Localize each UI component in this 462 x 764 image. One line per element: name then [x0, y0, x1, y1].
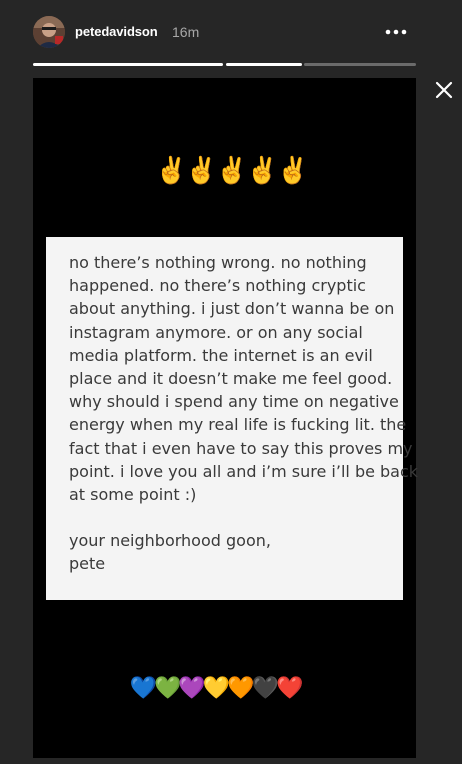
peace-sign-emojis: ✌️✌️✌️✌️✌️	[155, 155, 309, 185]
story-username[interactable]: petedavidson	[75, 24, 158, 40]
story-time-ago: 16m	[172, 24, 200, 40]
note-line: place and it doesn’t make me feel good.	[69, 369, 393, 389]
story-header: petedavidson 16m	[0, 0, 462, 64]
note-signoff-line: pete	[69, 554, 106, 574]
progress-segment	[304, 63, 416, 66]
progress-segment	[226, 63, 302, 66]
more-dots-icon	[385, 29, 407, 35]
note-line: point. i love you all and i’m sure i’ll …	[69, 461, 419, 481]
close-icon	[435, 81, 453, 99]
note-line: instagram anymore. or on any social	[69, 322, 363, 342]
progress-segment	[33, 63, 223, 66]
note-line: fact that i even have to say this proves…	[69, 438, 413, 458]
note-line: media platform. the internet is an evil	[69, 345, 373, 365]
note-line: about anything. i just don’t wanna be on	[69, 299, 395, 319]
note-paragraph-gap	[69, 506, 385, 529]
story-progress-bar	[33, 63, 416, 66]
note-line: energy when my real life is fucking lit.…	[69, 415, 407, 435]
note-text: no there’s nothing wrong. no nothing happ…	[69, 251, 419, 576]
more-options-button[interactable]	[382, 22, 410, 42]
note-line: why should i spend any time on negative	[69, 392, 399, 412]
notes-screenshot: no there’s nothing wrong. no nothing happ…	[46, 237, 419, 600]
note-line: at some point :)	[69, 485, 197, 505]
avatar[interactable]	[33, 16, 65, 48]
note-signoff-line: your neighborhood goon,	[69, 531, 271, 551]
note-line: happened. no there’s nothing cryptic	[69, 276, 366, 296]
story-viewer: petedavidson 16m ✌️✌️✌️✌️✌️ no there’s n…	[0, 0, 462, 764]
hearts-emojis: 💙💚💜💛🧡🖤❤️	[129, 675, 304, 700]
close-button[interactable]	[430, 78, 458, 104]
note-line: no there’s nothing wrong. no nothing	[69, 253, 367, 272]
avatar-image	[33, 16, 65, 48]
